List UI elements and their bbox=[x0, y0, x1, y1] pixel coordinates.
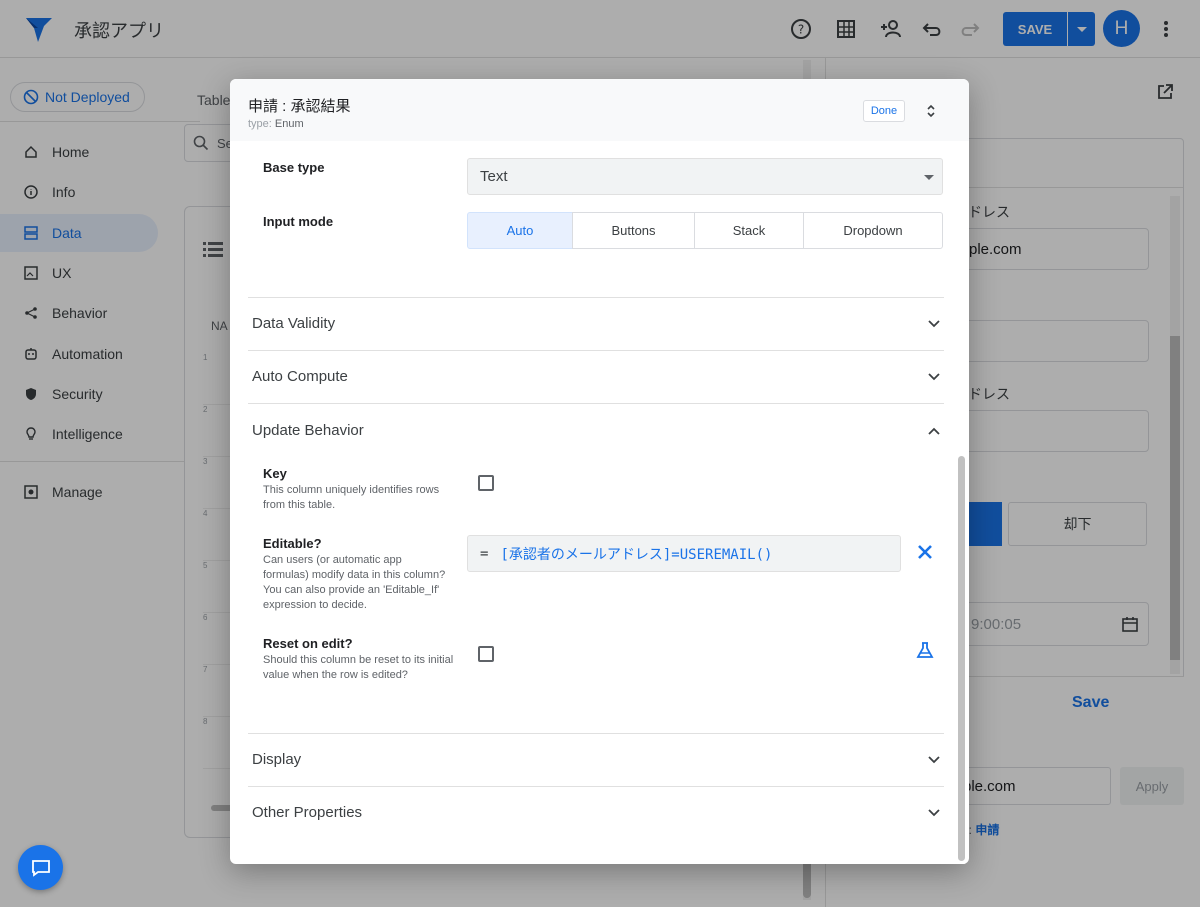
key-label: Key bbox=[263, 466, 287, 481]
input-mode-dropdown[interactable]: Dropdown bbox=[803, 212, 943, 249]
dropdown-arrow-icon bbox=[924, 175, 934, 180]
column-edit-dialog: 申請 : 承認結果 type: Enum Done Base type Text… bbox=[230, 79, 969, 864]
chat-icon bbox=[31, 859, 50, 877]
unfold-icon[interactable] bbox=[922, 101, 940, 121]
reset-on-edit-description: Should this column be reset to its initi… bbox=[263, 654, 454, 681]
input-mode-stack[interactable]: Stack bbox=[694, 212, 804, 249]
editable-expression-input[interactable]: = [承認者のメールアドレス]=USEREMAIL() bbox=[467, 535, 901, 572]
chevron-down-icon[interactable] bbox=[927, 806, 941, 820]
editable-label: Editable? bbox=[263, 536, 322, 551]
section-divider bbox=[248, 403, 944, 404]
chevron-down-icon[interactable] bbox=[927, 317, 941, 331]
column-type: type: Enum bbox=[248, 118, 304, 130]
flask-icon[interactable] bbox=[916, 641, 934, 664]
section-divider bbox=[248, 733, 944, 734]
reset-on-edit-checkbox[interactable] bbox=[478, 646, 494, 662]
chat-button[interactable] bbox=[18, 845, 63, 890]
base-type-label: Base type bbox=[263, 160, 325, 175]
input-mode-label: Input mode bbox=[263, 214, 334, 229]
section-update-behavior[interactable]: Update Behavior bbox=[252, 422, 364, 439]
base-type-select[interactable]: Text bbox=[467, 158, 943, 195]
input-mode-buttons[interactable]: Buttons bbox=[572, 212, 695, 249]
section-divider bbox=[248, 350, 944, 351]
section-divider bbox=[248, 786, 944, 787]
section-other-properties[interactable]: Other Properties bbox=[252, 804, 362, 821]
chevron-down-icon[interactable] bbox=[927, 370, 941, 384]
section-data-validity[interactable]: Data Validity bbox=[252, 315, 335, 332]
key-checkbox[interactable] bbox=[478, 475, 494, 491]
dialog-title: 申請 : 承認結果 bbox=[248, 98, 351, 115]
editable-description: Can users (or automatic app formulas) mo… bbox=[263, 554, 446, 611]
chevron-down-icon[interactable] bbox=[927, 753, 941, 767]
key-description: This column uniquely identifies rows fro… bbox=[263, 484, 440, 511]
chevron-up-icon[interactable] bbox=[927, 424, 941, 438]
dialog-scrollbar-thumb[interactable] bbox=[958, 456, 965, 861]
done-button[interactable]: Done bbox=[863, 100, 905, 122]
reset-on-edit-label: Reset on edit? bbox=[263, 636, 353, 651]
clear-expression-icon[interactable] bbox=[917, 544, 933, 565]
section-auto-compute[interactable]: Auto Compute bbox=[252, 368, 348, 385]
section-display[interactable]: Display bbox=[252, 751, 301, 768]
input-mode-auto[interactable]: Auto bbox=[467, 212, 573, 249]
section-divider bbox=[248, 297, 944, 298]
